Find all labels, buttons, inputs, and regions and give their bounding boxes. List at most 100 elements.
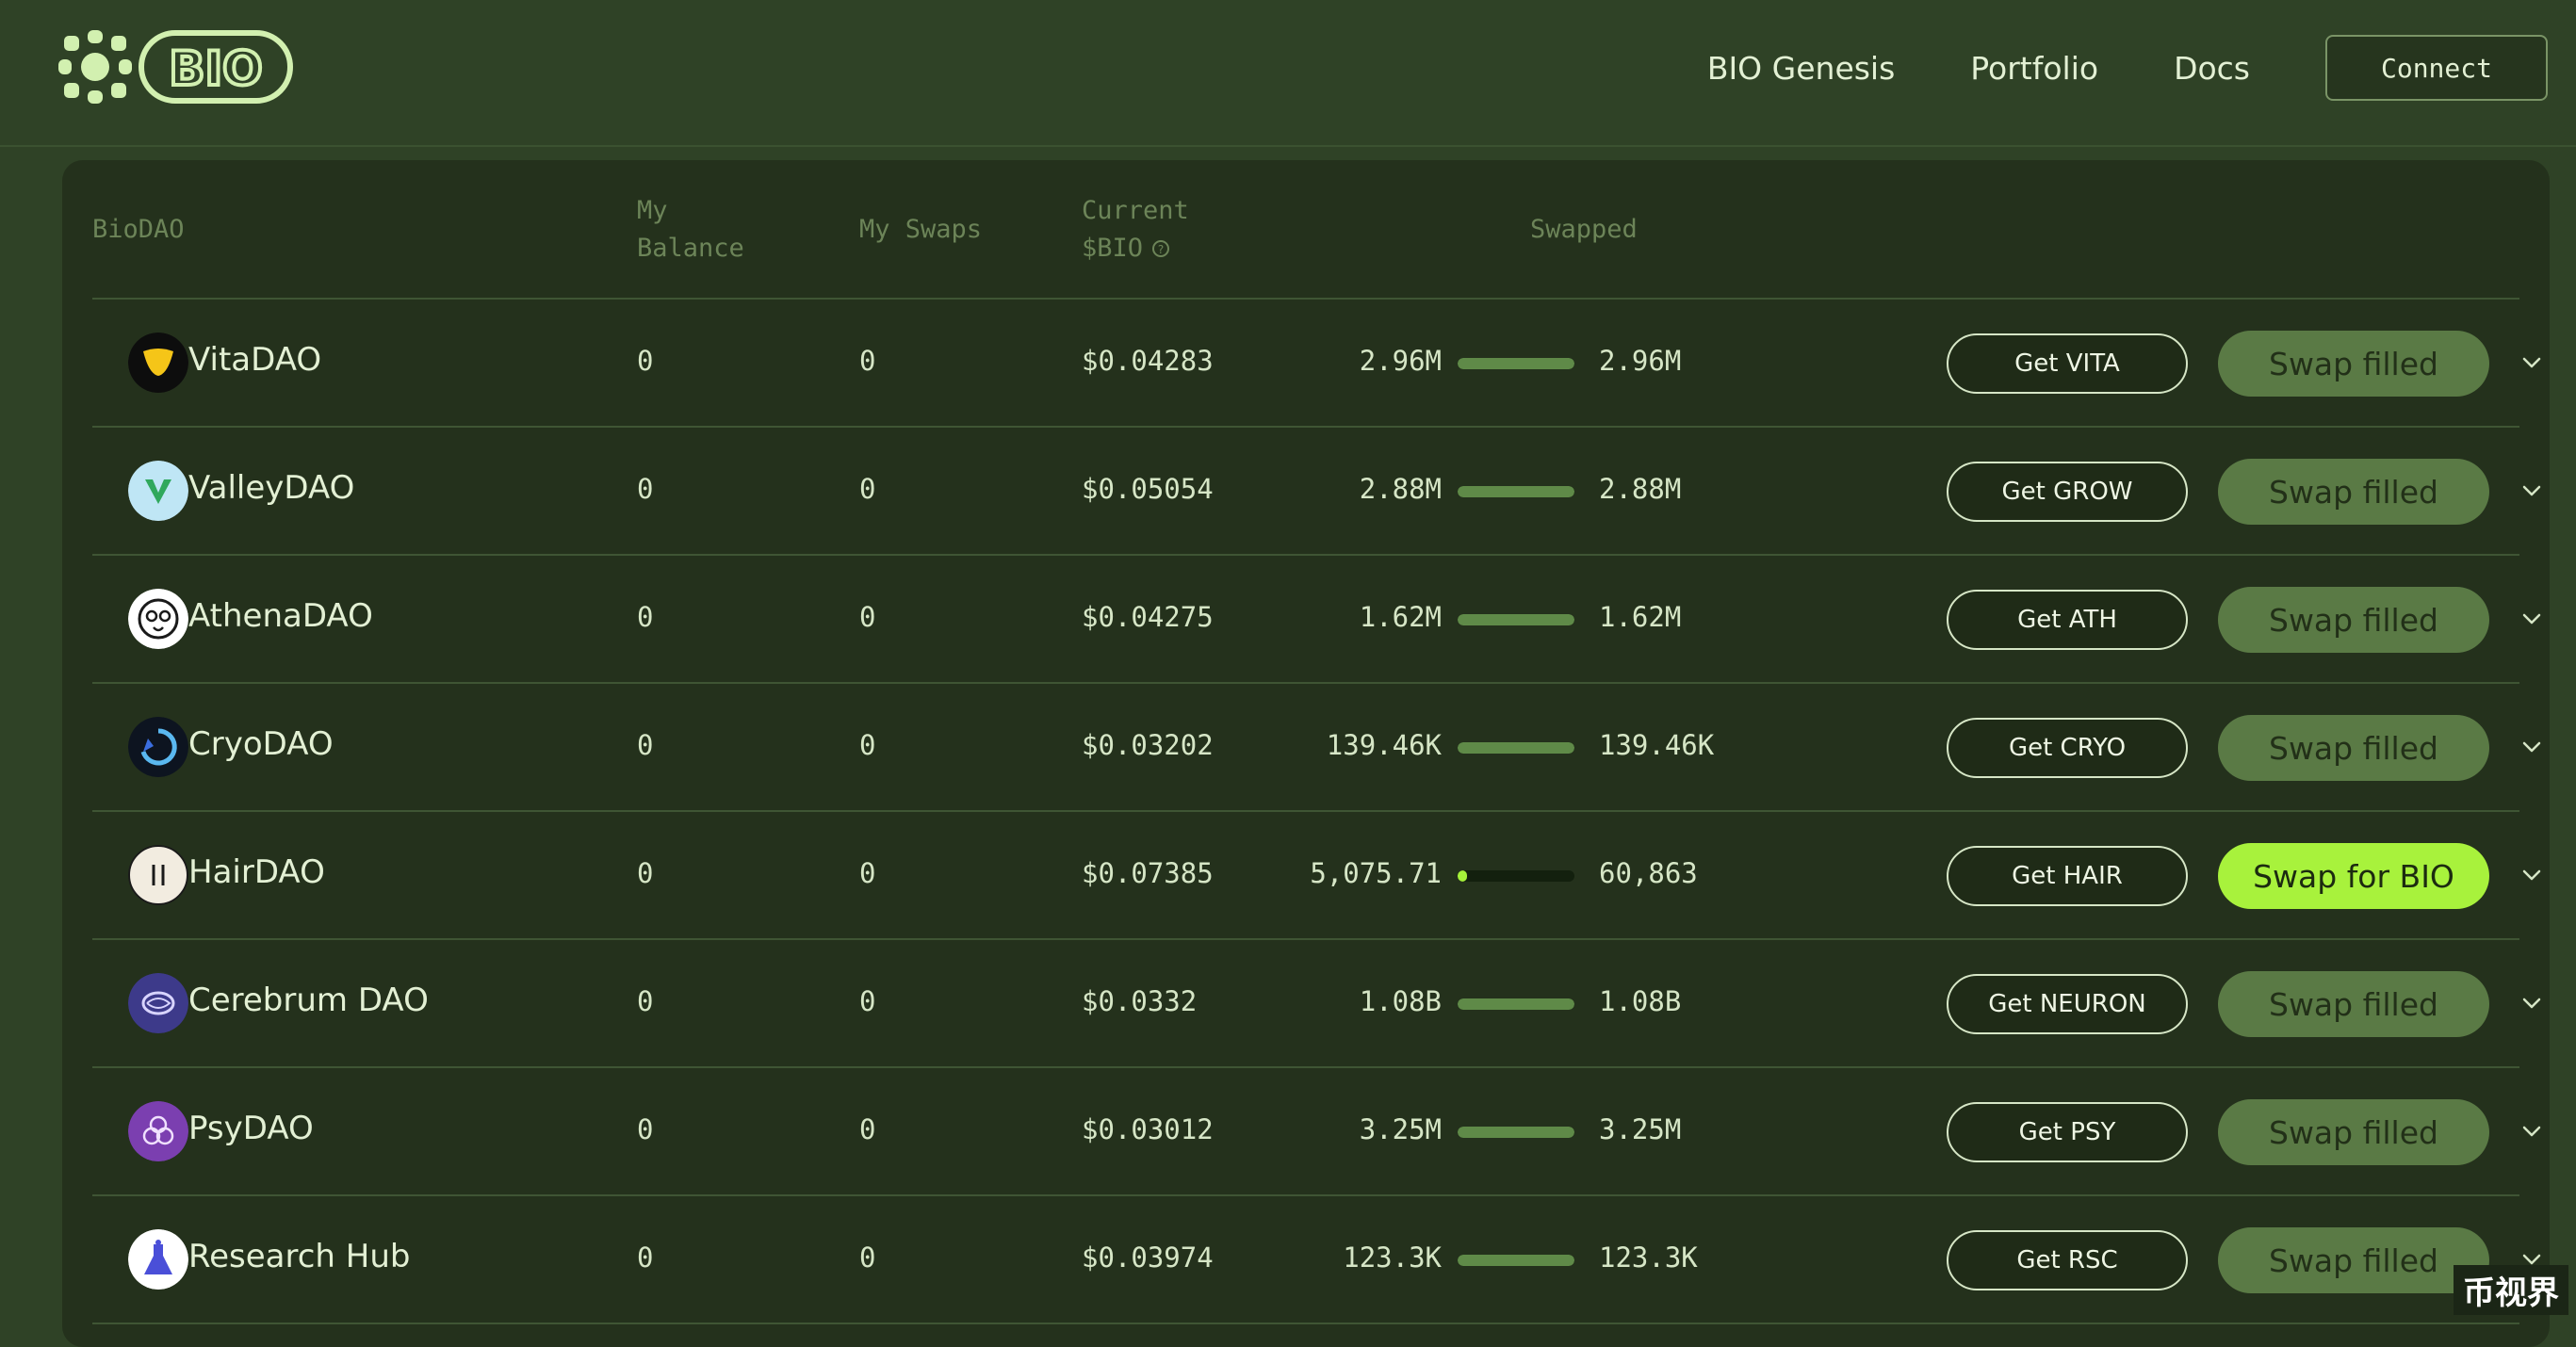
swap-target-amount: 123.3K <box>1599 1242 1698 1274</box>
swap-button[interactable]: Swap filled <box>2218 715 2489 781</box>
my-balance-value: 0 <box>637 601 654 633</box>
my-balance-value: 0 <box>637 985 654 1017</box>
valleydao-logo-icon <box>128 461 188 521</box>
get-token-button[interactable]: Get ATH <box>1947 590 2188 650</box>
athenadao-logo-icon <box>128 589 188 649</box>
my-balance-value: 0 <box>637 729 654 761</box>
swapped-amount: 123.3K <box>1343 1242 1442 1274</box>
chevron-down-icon[interactable] <box>2519 607 2544 631</box>
swap-progress-fill <box>1458 614 1574 625</box>
vitadao-logo-icon <box>128 333 188 393</box>
svg-text:BIO: BIO <box>169 41 262 96</box>
get-token-button[interactable]: Get HAIR <box>1947 846 2188 906</box>
swap-button[interactable]: Swap filled <box>2218 1099 2489 1165</box>
swap-table-panel: BioDAO My Balance My Swaps Current $BIO … <box>62 160 2550 1347</box>
col-current-line2: $BIO <box>1082 234 1144 263</box>
cerebrumdao-logo-icon <box>128 973 188 1033</box>
dao-name[interactable]: CryoDAO <box>188 725 334 763</box>
dao-name[interactable]: PsyDAO <box>188 1110 314 1147</box>
watermark: 币视界 <box>2454 1265 2568 1315</box>
swap-button[interactable]: Swap filled <box>2218 1227 2489 1293</box>
table-row[interactable]: PsyDAO 0 0 $0.03012 3.25M 3.25M Get PSY … <box>92 1068 2541 1196</box>
info-icon[interactable]: ? <box>1150 238 1171 259</box>
table-row[interactable]: Research Hub 0 0 $0.03974 123.3K 123.3K … <box>92 1196 2541 1324</box>
swap-target-amount: 2.96M <box>1599 345 1682 377</box>
psydao-logo-icon <box>128 1101 188 1161</box>
get-token-button[interactable]: Get GROW <box>1947 462 2188 522</box>
swap-progress-bar <box>1458 870 1574 882</box>
table-row[interactable]: VitaDAO 0 0 $0.04283 2.96M 2.96M Get VIT… <box>92 300 2541 428</box>
table-header: BioDAO My Balance My Swaps Current $BIO … <box>62 160 2550 298</box>
current-bio-price: $0.03202 <box>1082 729 1214 761</box>
nav-docs[interactable]: Docs <box>2174 50 2250 87</box>
swap-button[interactable]: Swap filled <box>2218 459 2489 525</box>
table-row[interactable]: HairDAO 0 0 $0.07385 5,075.71 60,863 Get… <box>92 812 2541 940</box>
col-my-balance: My Balance <box>637 192 744 268</box>
my-swaps-value: 0 <box>859 1242 876 1274</box>
swapped-amount: 3.25M <box>1359 1113 1442 1145</box>
chevron-down-icon[interactable] <box>2519 863 2544 887</box>
swap-progress-bar <box>1458 358 1574 369</box>
table-row[interactable]: Cerebrum DAO 0 0 $0.0332 1.08B 1.08B Get… <box>92 940 2541 1068</box>
swap-progress-bar <box>1458 998 1574 1010</box>
connect-button[interactable]: Connect <box>2325 35 2548 101</box>
current-bio-price: $0.03012 <box>1082 1113 1214 1145</box>
dao-name[interactable]: Research Hub <box>188 1238 410 1275</box>
swap-target-amount: 1.08B <box>1599 985 1682 1017</box>
current-bio-price: $0.05054 <box>1082 473 1214 505</box>
get-token-button[interactable]: Get VITA <box>1947 333 2188 394</box>
top-nav: BIO Genesis Portfolio Docs Connect <box>1707 34 2548 102</box>
swap-target-amount: 1.62M <box>1599 601 1682 633</box>
swap-progress-fill <box>1458 1255 1574 1266</box>
swap-button[interactable]: Swap for BIO <box>2218 843 2489 909</box>
table-row[interactable]: CryoDAO 0 0 $0.03202 139.46K 139.46K Get… <box>92 684 2541 812</box>
swap-button[interactable]: Swap filled <box>2218 971 2489 1037</box>
swap-button[interactable]: Swap filled <box>2218 587 2489 653</box>
dao-name[interactable]: HairDAO <box>188 853 325 891</box>
swap-progress-fill <box>1458 998 1574 1010</box>
swapped-amount: 1.62M <box>1359 601 1442 633</box>
dao-rows: VitaDAO 0 0 $0.04283 2.96M 2.96M Get VIT… <box>62 300 2550 1324</box>
researchhub-logo-icon <box>128 1229 188 1290</box>
dao-name[interactable]: AthenaDAO <box>188 597 373 635</box>
get-token-button[interactable]: Get CRYO <box>1947 718 2188 778</box>
current-bio-price: $0.04275 <box>1082 601 1214 633</box>
swap-progress-bar <box>1458 486 1574 497</box>
chevron-down-icon[interactable] <box>2519 350 2544 375</box>
get-token-button[interactable]: Get RSC <box>1947 1230 2188 1290</box>
dao-name[interactable]: VitaDAO <box>188 341 321 379</box>
nav-bio-genesis[interactable]: BIO Genesis <box>1707 50 1895 87</box>
nav-portfolio[interactable]: Portfolio <box>1970 50 2098 87</box>
chevron-down-icon[interactable] <box>2519 479 2544 503</box>
chevron-down-icon[interactable] <box>2519 735 2544 759</box>
get-token-button[interactable]: Get NEURON <box>1947 974 2188 1034</box>
swap-button[interactable]: Swap filled <box>2218 331 2489 397</box>
get-token-button[interactable]: Get PSY <box>1947 1102 2188 1162</box>
swap-target-amount: 60,863 <box>1599 857 1698 889</box>
table-row[interactable]: AthenaDAO 0 0 $0.04275 1.62M 1.62M Get A… <box>92 556 2541 684</box>
col-biodao: BioDAO <box>92 215 185 244</box>
swap-progress-fill <box>1458 870 1468 882</box>
swap-progress-bar <box>1458 1127 1574 1138</box>
col-my-swaps: My Swaps <box>859 215 983 244</box>
my-balance-value: 0 <box>637 345 654 377</box>
table-row[interactable]: ValleyDAO 0 0 $0.05054 2.88M 2.88M Get G… <box>92 428 2541 556</box>
my-balance-value: 0 <box>637 857 654 889</box>
col-swapped: Swapped <box>1530 215 1638 244</box>
col-current-line1: Current <box>1082 196 1189 225</box>
chevron-down-icon[interactable] <box>2519 991 2544 1015</box>
hairdao-logo-icon <box>128 845 188 905</box>
swap-target-amount: 2.88M <box>1599 473 1682 505</box>
col-my-balance-line2: Balance <box>637 234 744 263</box>
swap-progress-fill <box>1458 486 1574 497</box>
chevron-down-icon[interactable] <box>2519 1119 2544 1144</box>
swap-progress-fill <box>1458 358 1574 369</box>
current-bio-price: $0.03974 <box>1082 1242 1214 1274</box>
swapped-amount: 2.88M <box>1359 473 1442 505</box>
swap-progress-bar <box>1458 1255 1574 1266</box>
dao-name[interactable]: ValleyDAO <box>188 469 354 507</box>
dao-name[interactable]: Cerebrum DAO <box>188 982 429 1019</box>
bio-logo[interactable]: BIO <box>58 30 294 104</box>
swap-target-amount: 139.46K <box>1599 729 1715 761</box>
my-swaps-value: 0 <box>859 601 876 633</box>
